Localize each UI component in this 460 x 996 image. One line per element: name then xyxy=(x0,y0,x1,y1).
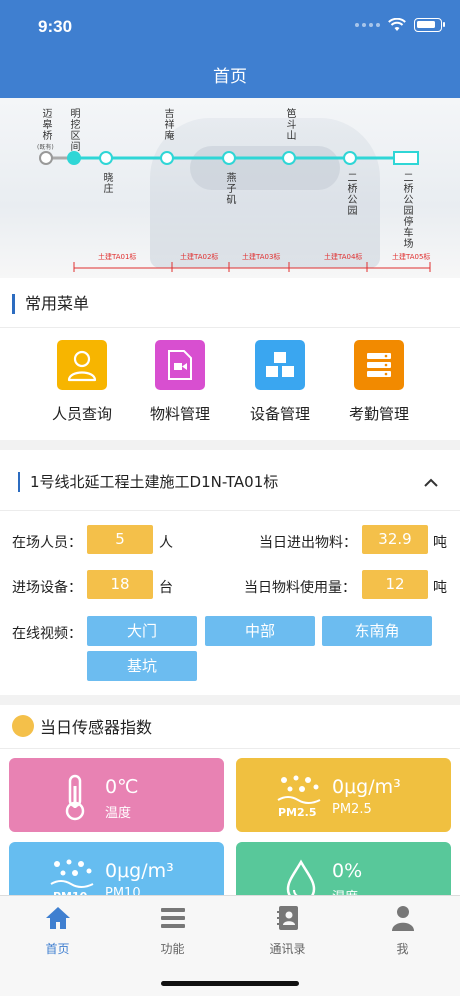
station-node xyxy=(222,151,236,165)
station-name: 燕子矶 xyxy=(224,172,235,205)
daily-material-unit: 吨 xyxy=(433,535,447,551)
sensor-section-title: 当日传感器指数 xyxy=(40,718,153,737)
app-header: 9:30 首页 xyxy=(0,0,460,98)
cubes-icon xyxy=(255,340,305,390)
tab-functions[interactable]: 功能 xyxy=(115,904,230,957)
station-name: 二桥公园停车场 xyxy=(401,172,412,249)
divider xyxy=(0,748,460,749)
tab-home[interactable]: 首页 xyxy=(0,904,115,957)
tab-label: 通讯录 xyxy=(269,942,306,956)
station-name: 晓庄 xyxy=(101,172,112,194)
section-label: 土建TA05标 xyxy=(392,253,431,261)
onsite-personnel-value: 5 xyxy=(87,525,153,554)
menu-item-equipment[interactable]: 设备管理 xyxy=(230,340,330,424)
section-label: 土建TA03标 xyxy=(242,253,281,261)
station-node xyxy=(160,151,174,165)
pm25-icon: PM2.5 xyxy=(277,775,321,819)
menu-item-label: 考勤管理 xyxy=(348,405,409,423)
equipment-value: 18 xyxy=(87,570,153,599)
tab-me[interactable]: 我 xyxy=(345,904,460,957)
section-gap xyxy=(0,440,460,450)
video-button-gate[interactable]: 大门 xyxy=(87,616,197,646)
equipment-label: 进场设备： xyxy=(12,580,82,596)
video-button-southeast[interactable]: 东南角 xyxy=(322,616,432,646)
station-node xyxy=(39,151,53,165)
sensor-name: 温度 xyxy=(105,806,132,821)
project-title: 1号线北延工程土建施工D1N-TA01标 xyxy=(18,472,278,492)
chevron-up-icon[interactable] xyxy=(422,474,440,492)
wifi-icon xyxy=(388,18,406,31)
server-icon xyxy=(354,340,404,390)
station-name: 二桥公园 xyxy=(345,172,356,216)
menu-item-materials[interactable]: 物料管理 xyxy=(130,340,230,424)
daily-material-value: 32.9 xyxy=(362,525,428,554)
metro-line-banner: 迈皋桥 (既有) 明挖区间 吉祥庵 笆斗山 晓庄 燕子矶 二桥公园 二桥公园停车… xyxy=(0,98,460,278)
menu-section-title: 常用菜单 xyxy=(12,294,89,314)
battery-icon xyxy=(414,18,445,32)
menu-item-attendance[interactable]: 考勤管理 xyxy=(329,340,429,424)
video-file-icon xyxy=(155,340,205,390)
station-node xyxy=(282,151,296,165)
sensor-section-icon xyxy=(12,715,34,737)
station-node xyxy=(343,151,357,165)
equipment-unit: 台 xyxy=(159,580,173,596)
cellular-signal-icon xyxy=(355,23,380,27)
user-icon xyxy=(391,906,414,931)
menu-item-label: 人员查询 xyxy=(51,405,112,423)
sensor-value: 0μg/m³ xyxy=(105,860,174,882)
menu-icon xyxy=(160,908,185,928)
menu-item-personnel[interactable]: 人员查询 xyxy=(32,340,132,424)
sensor-card-pm25[interactable]: PM2.5 0μg/m³ PM2.5 xyxy=(236,758,451,832)
video-button-pit[interactable]: 基坑 xyxy=(87,651,197,681)
status-icons xyxy=(355,18,445,32)
section-label: 土建TA01标 xyxy=(98,253,137,261)
sensor-value: 0μg/m³ xyxy=(332,776,401,798)
sensor-value: 0℃ xyxy=(105,776,139,798)
thermometer-icon xyxy=(65,774,85,821)
onsite-personnel-label: 在场人员： xyxy=(12,535,82,551)
material-usage-unit: 吨 xyxy=(433,580,447,596)
menu-item-label: 物料管理 xyxy=(149,405,210,423)
tab-label: 我 xyxy=(396,942,409,956)
contacts-icon xyxy=(276,906,298,930)
home-indicator xyxy=(161,981,299,986)
onsite-personnel-unit: 人 xyxy=(159,535,173,551)
station-node xyxy=(67,151,81,165)
page-title: 首页 xyxy=(213,67,247,87)
status-time: 9:30 xyxy=(38,17,73,36)
depot-node xyxy=(393,151,419,165)
divider xyxy=(0,327,460,328)
daily-material-label: 当日进出物料： xyxy=(259,535,357,551)
home-icon xyxy=(45,907,70,929)
online-video-label: 在线视频： xyxy=(12,626,82,642)
sensor-value: 0% xyxy=(332,860,363,882)
section-label: 土建TA04标 xyxy=(324,253,363,261)
person-icon xyxy=(57,340,107,390)
sensor-name: PM2.5 xyxy=(332,802,372,817)
menu-item-label: 设备管理 xyxy=(249,405,310,423)
pm-badge: PM2.5 xyxy=(278,806,317,819)
material-usage-value: 12 xyxy=(362,570,428,599)
tab-label: 功能 xyxy=(160,942,185,956)
station-node xyxy=(99,151,113,165)
tab-label: 首页 xyxy=(45,942,70,956)
section-gap xyxy=(0,695,460,705)
tab-contacts[interactable]: 通讯录 xyxy=(230,904,345,957)
sensor-card-temperature[interactable]: 0℃ 温度 xyxy=(9,758,224,832)
material-usage-label: 当日物料使用量： xyxy=(244,580,356,596)
video-button-center[interactable]: 中部 xyxy=(205,616,315,646)
section-label: 土建TA02标 xyxy=(180,253,219,261)
divider xyxy=(0,510,460,511)
